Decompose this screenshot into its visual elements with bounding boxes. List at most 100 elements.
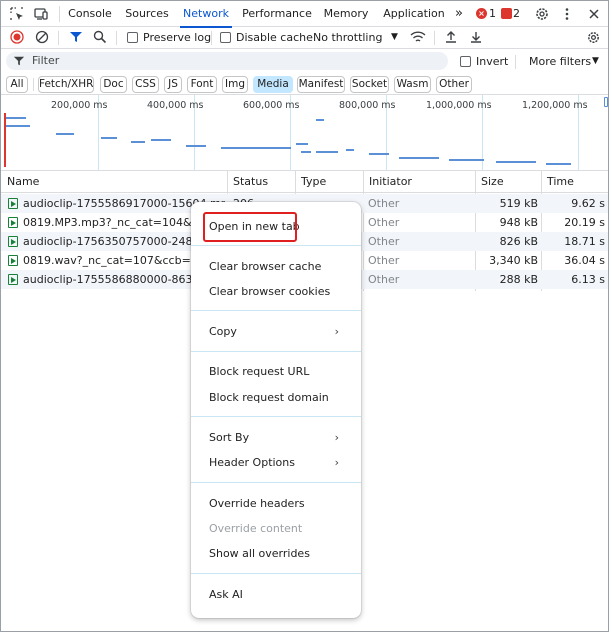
menu-item-block-request-url[interactable]: Block request URL — [191, 360, 361, 384]
request-initiator: Other — [368, 254, 400, 267]
request-bar — [296, 143, 308, 145]
tick-label: 1,200,000 ms — [522, 100, 588, 111]
tab-performance[interactable]: Performance — [241, 1, 313, 27]
filter-chip-css[interactable]: CSS — [132, 76, 159, 93]
menu-item-clear-browser-cookies[interactable]: Clear browser cookies — [191, 280, 361, 304]
filter-input[interactable]: Filter — [6, 52, 448, 70]
request-bar — [346, 149, 354, 151]
disable-cache-label: Disable cache — [236, 31, 313, 44]
request-size: 288 kB — [499, 273, 538, 286]
filter-chip-doc[interactable]: Doc — [100, 76, 127, 93]
tab-network[interactable]: Network — [180, 1, 232, 28]
menu-item-override-headers[interactable]: Override headers — [191, 492, 361, 516]
preserve-log-checkbox[interactable] — [127, 32, 138, 43]
close-devtools-icon[interactable] — [586, 6, 602, 22]
inspect-element-icon[interactable] — [9, 6, 25, 22]
filter-placeholder: Filter — [32, 54, 60, 67]
filter-chip-other[interactable]: Other — [436, 76, 472, 93]
clear-log-icon[interactable] — [35, 30, 49, 44]
request-size: 519 kB — [499, 197, 538, 210]
overview-handle[interactable] — [604, 97, 608, 107]
tick-label: 400,000 ms — [147, 100, 204, 111]
filter-chip-font[interactable]: Font — [187, 76, 217, 93]
device-toolbar-icon[interactable] — [33, 6, 49, 22]
menu-separator — [191, 482, 361, 483]
request-size: 826 kB — [499, 235, 538, 248]
chevron-right-icon: › — [334, 325, 339, 338]
more-filters-dropdown[interactable]: More filters — [529, 55, 591, 69]
tick-label: 200,000 ms — [51, 100, 108, 111]
settings-gear-icon[interactable] — [534, 6, 550, 22]
menu-item-copy[interactable]: Copy › — [191, 320, 361, 344]
tab-application[interactable]: Application — [383, 1, 445, 27]
filter-chip-wasm[interactable]: Wasm — [394, 76, 431, 93]
column-header-size[interactable]: Size — [475, 171, 541, 193]
column-header-name[interactable]: Name — [1, 171, 227, 193]
menu-item-header-options[interactable]: Header Options › — [191, 451, 361, 475]
column-header-initiator[interactable]: Initiator — [363, 171, 475, 193]
menu-item-override-content: Override content — [209, 522, 303, 535]
filter-chip-socket[interactable]: Socket — [350, 76, 389, 93]
issue-icon[interactable] — [501, 8, 512, 19]
menu-item-ask-ai[interactable]: Ask AI — [191, 583, 361, 607]
more-options-icon[interactable] — [559, 6, 575, 22]
menu-item-clear-browser-cache[interactable]: Clear browser cache — [191, 255, 361, 279]
network-conditions-wifi-icon[interactable] — [410, 30, 426, 44]
divider — [434, 31, 435, 45]
filter-chip-media[interactable]: Media — [253, 76, 293, 93]
load-marker — [4, 113, 6, 167]
tick-label: 600,000 ms — [243, 100, 300, 111]
divider — [33, 78, 34, 91]
menu-separator — [191, 351, 361, 352]
tab-console[interactable]: Console — [65, 1, 115, 27]
filter-chip-js[interactable]: JS — [164, 76, 182, 93]
chevron-down-icon[interactable]: ▼ — [391, 30, 398, 44]
request-bar — [316, 151, 338, 153]
request-bar — [186, 145, 206, 147]
column-header-type[interactable]: Type — [295, 171, 363, 193]
issue-count: 2 — [513, 7, 520, 20]
menu-item-label: Sort By — [209, 431, 250, 444]
throttling-select[interactable]: No throttling — [313, 31, 382, 45]
request-bar — [131, 141, 145, 143]
column-header-status[interactable]: Status — [227, 171, 295, 193]
tick-label: 1,000,000 ms — [426, 100, 492, 111]
request-initiator: Other — [368, 235, 400, 248]
network-settings-gear-icon[interactable] — [586, 30, 601, 45]
request-bar — [56, 133, 74, 135]
import-har-upload-icon[interactable] — [444, 30, 458, 44]
tab-memory[interactable]: Memory — [321, 1, 371, 27]
menu-separator — [191, 310, 361, 311]
filter-chip-manifest[interactable]: Manifest — [297, 76, 345, 93]
divider — [59, 6, 60, 22]
network-toolbar: Preserve log Disable cache No throttling… — [1, 27, 608, 49]
menu-item-show-all-overrides[interactable]: Show all overrides — [191, 542, 361, 566]
record-stop-icon[interactable] — [10, 30, 24, 44]
chevron-down-icon[interactable]: ▼ — [592, 54, 599, 68]
error-count: 1 — [489, 7, 496, 20]
export-har-download-icon[interactable] — [469, 30, 483, 44]
highlight-annotation-box — [203, 212, 297, 242]
menu-separator — [191, 245, 361, 246]
disable-cache-checkbox[interactable] — [220, 32, 231, 43]
filter-funnel-icon — [13, 56, 25, 66]
network-overview-timeline[interactable]: 200,000 ms 400,000 ms 600,000 ms 800,000… — [1, 95, 608, 171]
filter-funnel-icon[interactable] — [69, 30, 83, 44]
request-bar — [369, 153, 389, 155]
filter-chip-img[interactable]: Img — [222, 76, 248, 93]
error-icon[interactable]: × — [476, 8, 487, 19]
chevron-right-icon: › — [334, 431, 339, 444]
request-bar — [546, 163, 571, 165]
more-tabs-button[interactable]: » — [452, 1, 466, 27]
tab-sources[interactable]: Sources — [122, 1, 172, 27]
column-header-time[interactable]: Time — [541, 171, 608, 193]
filter-chip-all[interactable]: All — [6, 76, 28, 93]
context-menu: Open in new tab Clear browser cache Clea… — [191, 202, 361, 618]
filter-chip-fetch-xhr[interactable]: Fetch/XHR — [38, 76, 94, 93]
invert-checkbox[interactable] — [460, 56, 471, 67]
menu-item-sort-by[interactable]: Sort By › — [191, 426, 361, 450]
request-bar — [449, 159, 484, 161]
divider — [58, 31, 59, 45]
search-icon[interactable] — [93, 30, 107, 44]
menu-item-block-request-domain[interactable]: Block request domain — [191, 386, 361, 410]
